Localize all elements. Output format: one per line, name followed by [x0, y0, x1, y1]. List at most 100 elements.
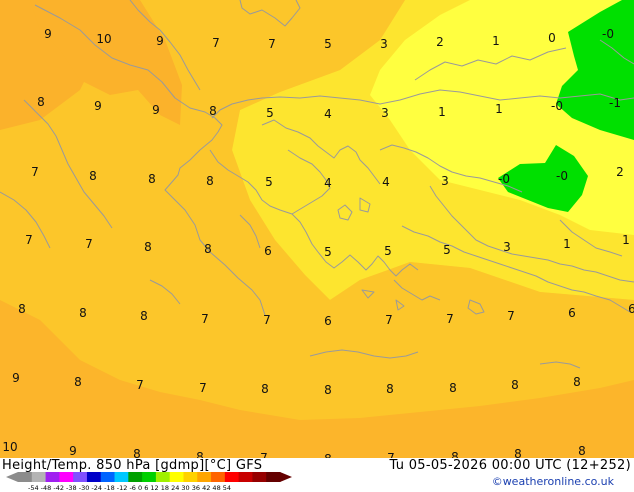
temp-label: 10 [2, 440, 17, 454]
temp-label: 1 [438, 105, 446, 119]
scale-cell [128, 472, 143, 482]
temp-label: 10 [96, 32, 111, 46]
temp-label: 5 [324, 37, 332, 51]
temp-label: 8 [209, 104, 217, 118]
map-title: Height/Temp. 850 hPa [gdmp][°C] GFS [2, 458, 263, 473]
temp-label: 5 [443, 243, 451, 257]
weather-map: 9 10 9 7 7 5 3 2 1 0 -0 8 9 9 8 5 4 3 1 1 -0 -1 7 8 8 8 5 4 4 3 -0 -0 2 7… [0, 0, 634, 458]
temp-label: 9 [156, 34, 164, 48]
temp-label: 1 [563, 237, 571, 251]
temp-label: 3 [441, 174, 449, 188]
scale-cell [73, 472, 88, 482]
temp-label: 7 [385, 313, 393, 327]
scale-right-arrow [280, 472, 292, 482]
copyright-link[interactable]: ©weatheronline.co.uk [492, 475, 614, 488]
temp-label: 3 [380, 37, 388, 51]
temp-label: 8 [449, 381, 457, 395]
scale-cell [266, 472, 281, 482]
temp-label: 7 [85, 237, 93, 251]
temp-label: 8 [89, 169, 97, 183]
temp-label: 7 [199, 381, 207, 395]
scale-cell [142, 472, 157, 482]
temp-label: 7 [201, 312, 209, 326]
temp-label: 4 [324, 176, 332, 190]
temp-label: 3 [381, 106, 389, 120]
temp-label: 8 [206, 174, 214, 188]
scale-cell [197, 472, 212, 482]
scale-cell [100, 472, 116, 482]
temp-label: 8 [133, 447, 141, 458]
temp-label: 8 [144, 240, 152, 254]
temp-label: 7 [263, 313, 271, 327]
temp-label: 6 [628, 302, 634, 316]
scale-cell [211, 472, 226, 482]
temp-label: 8 [37, 95, 45, 109]
scale-ticks: -54 -48 -42 -38 -30 -24 -18 -12 -6 0 6 1… [28, 484, 232, 492]
temp-label: 8 [514, 447, 522, 458]
temp-label: 9 [94, 99, 102, 113]
temp-label: 8 [196, 450, 204, 458]
temp-label: 9 [12, 371, 20, 385]
temp-label: 7 [507, 309, 515, 323]
temp-label: 4 [324, 107, 332, 121]
scale-cell [155, 472, 171, 482]
temp-label: 5 [384, 244, 392, 258]
scale-cell [31, 472, 47, 482]
temp-label: 9 [69, 444, 77, 458]
temp-label: 5 [266, 106, 274, 120]
map-canvas: 9 10 9 7 7 5 3 2 1 0 -08 9 9 8 5 4 3 1 1 -0 -17 8 8 8 5 4 4 3 -0 -0 27… [0, 0, 634, 458]
scale-cell [169, 472, 184, 482]
temp-label: 8 [140, 309, 148, 323]
temp-label: 8 [324, 383, 332, 397]
map-footer: Height/Temp. 850 hPa [gdmp][°C] GFS Tu 0… [0, 458, 634, 492]
temp-label: 1 [492, 34, 500, 48]
temp-label: -0 [498, 172, 510, 186]
temp-label: 8 [79, 306, 87, 320]
temp-label: -0 [602, 27, 614, 41]
temp-label: 3 [503, 240, 511, 254]
scale-cell [45, 472, 60, 482]
scale-cell [114, 472, 129, 482]
temp-label: 8 [204, 242, 212, 256]
temp-label: 5 [324, 245, 332, 259]
temp-label: 7 [212, 36, 220, 50]
temp-label: 9 [44, 27, 52, 41]
temp-label: 8 [148, 172, 156, 186]
temp-label: -0 [556, 169, 568, 183]
temp-label: 7 [260, 451, 268, 458]
temp-label: 6 [324, 314, 332, 328]
temp-label: 4 [382, 175, 390, 189]
scale-cell [238, 472, 253, 482]
temp-label: 2 [436, 35, 444, 49]
temp-label: 7 [31, 165, 39, 179]
temp-label: 8 [261, 382, 269, 396]
temp-label: 8 [511, 378, 519, 392]
temp-label: 7 [25, 233, 33, 247]
temp-label: 1 [622, 233, 630, 247]
temp-label: 0 [548, 31, 556, 45]
temp-label: 8 [578, 444, 586, 458]
temp-label: -1 [609, 96, 621, 110]
scale-cell [59, 472, 74, 482]
scale-left-arrow [6, 472, 18, 482]
scale-cell [18, 472, 33, 482]
temp-label: 1 [495, 102, 503, 116]
scale-cell [183, 472, 198, 482]
scale-cell [86, 472, 102, 482]
temp-label: 2 [616, 165, 624, 179]
temp-label: 7 [387, 451, 395, 458]
temp-label: 5 [265, 175, 273, 189]
temp-label: 6 [264, 244, 272, 258]
temp-label: 8 [451, 450, 459, 458]
scale-cell [252, 472, 267, 482]
temp-label: 7 [268, 37, 276, 51]
scale-cell [224, 472, 240, 482]
temp-label: 8 [573, 375, 581, 389]
temp-label: -0 [551, 99, 563, 113]
temp-label: 9 [152, 103, 160, 117]
temp-label: 8 [18, 302, 26, 316]
temp-label: 7 [446, 312, 454, 326]
temp-label: 7 [136, 378, 144, 392]
temp-label: 8 [74, 375, 82, 389]
temp-label: 8 [386, 382, 394, 396]
